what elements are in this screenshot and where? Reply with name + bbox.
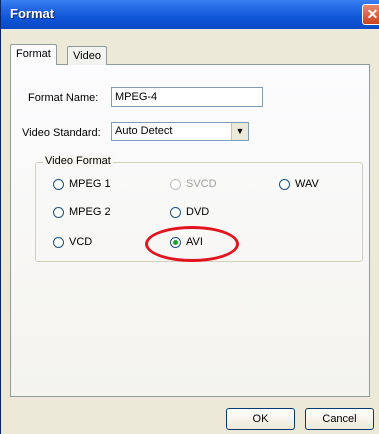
ok-button[interactable]: OK [226,408,295,430]
radio-button-icon [170,206,181,218]
radio-svcd: SVCD [170,178,217,190]
format-name-input[interactable] [111,87,263,107]
radio-wav[interactable]: WAV [279,178,319,190]
close-button[interactable]: ✕ [362,4,379,25]
radio-label: AVI [186,236,203,248]
title-bar[interactable]: Format ✕ [1,0,379,29]
tab-video[interactable]: Video [67,46,107,65]
radio-dvd[interactable]: DVD [170,206,209,218]
radio-mpeg2[interactable]: MPEG 2 [53,206,111,218]
video-standard-select[interactable]: Auto Detect ▼ [111,122,249,141]
video-standard-value: Auto Detect [115,125,173,137]
radio-label: MPEG 2 [69,206,111,218]
radio-label: WAV [295,178,319,190]
radio-button-icon [53,178,64,190]
radio-button-icon [53,206,64,218]
format-dialog: Format ✕ Format Video Format Name: Video… [0,0,379,434]
radio-button-icon [53,236,64,248]
radio-button-selected-icon [170,236,181,248]
video-standard-label: Video Standard: [22,127,101,139]
radio-label: DVD [186,206,210,218]
cancel-button[interactable]: Cancel [305,408,374,430]
radio-button-icon [170,178,181,190]
tab-format[interactable]: Format [10,44,57,65]
radio-label: VCD [69,236,93,248]
chevron-down-icon[interactable]: ▼ [231,123,248,140]
radio-vcd[interactable]: VCD [53,236,92,248]
radio-button-icon [279,178,290,190]
format-name-label: Format Name: [28,92,99,104]
video-format-group-label: Video Format [43,155,113,167]
radio-mpeg1[interactable]: MPEG 1 [53,178,111,190]
radio-avi[interactable]: AVI [170,236,203,248]
radio-label: MPEG 1 [69,178,111,190]
radio-label: SVCD [186,178,217,190]
window-title: Format [10,6,55,21]
close-icon: ✕ [366,6,379,22]
